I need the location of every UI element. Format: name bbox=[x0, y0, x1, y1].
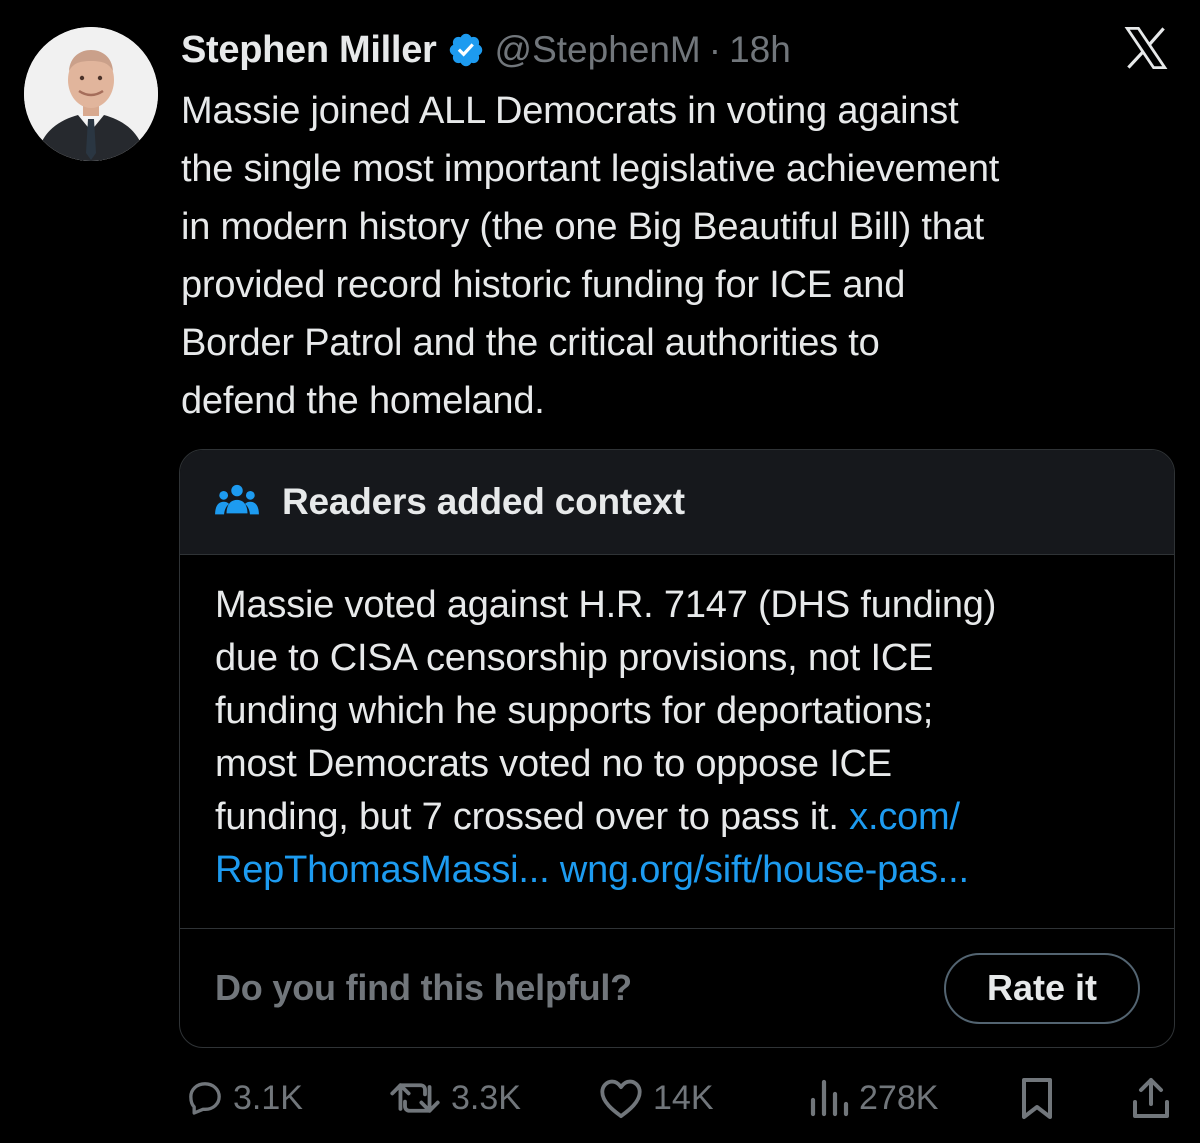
views-button[interactable]: 278K bbox=[807, 1068, 938, 1128]
tweet-line: provided record historic funding for ICE… bbox=[181, 264, 906, 306]
repost-icon bbox=[390, 1083, 440, 1113]
note-line: most Democrats voted no to oppose ICE bbox=[215, 743, 892, 785]
tweet-line: defend the homeland. bbox=[181, 380, 545, 422]
author-handle[interactable]: @StephenM bbox=[495, 29, 701, 71]
tweet-text: Massie joined ALL Democrats in voting ag… bbox=[181, 82, 1186, 430]
note-line: funding, but 7 crossed over to pass it. … bbox=[215, 791, 1140, 844]
community-note: Readers added context Massie voted again… bbox=[179, 449, 1175, 1048]
reply-count: 3.1K bbox=[233, 1078, 303, 1117]
reply-button[interactable]: 3.1K bbox=[185, 1068, 303, 1128]
tweet-line: Border Patrol and the critical authoriti… bbox=[181, 322, 880, 364]
post-time[interactable]: 18h bbox=[729, 29, 791, 71]
share-button[interactable] bbox=[1131, 1068, 1171, 1128]
note-line: due to CISA censorship provisions, not I… bbox=[215, 637, 934, 679]
note-line-text: funding, but 7 crossed over to pass it. bbox=[215, 796, 839, 838]
community-note-body: Massie voted against H.R. 7147 (DHS fund… bbox=[180, 555, 1174, 929]
tweet-line: in modern history (the one Big Beautiful… bbox=[181, 206, 984, 248]
avatar-photo bbox=[24, 27, 158, 161]
repost-button[interactable]: 3.3K bbox=[387, 1068, 521, 1128]
people-icon bbox=[215, 484, 259, 515]
tweet-line: Massie joined ALL Democrats in voting ag… bbox=[181, 90, 959, 132]
like-count: 14K bbox=[653, 1078, 714, 1117]
note-line: RepThomasMassi... wng.org/sift/house-pas… bbox=[215, 844, 1140, 897]
source-link-1[interactable]: x.com/ bbox=[849, 796, 960, 838]
share-icon bbox=[1133, 1078, 1169, 1118]
separator-dot: · bbox=[708, 29, 722, 70]
bookmark-icon bbox=[1022, 1078, 1052, 1119]
tweet-page: Stephen Miller @StephenM · 18h Massie jo… bbox=[0, 0, 1200, 1143]
action-bar: 3.1K 3.3K 14K 278K bbox=[181, 1068, 1181, 1128]
helpful-question: Do you find this helpful? bbox=[215, 967, 632, 1008]
note-line: funding which he supports for deportatio… bbox=[215, 690, 934, 732]
community-note-footer: Do you find this helpful? Rate it bbox=[180, 929, 1174, 1047]
tweet-line: the single most important legislative ac… bbox=[181, 148, 1000, 190]
source-link-1-continued[interactable]: RepThomasMassi... bbox=[215, 849, 550, 891]
note-line: Massie voted against H.R. 7147 (DHS fund… bbox=[215, 584, 997, 626]
reply-icon bbox=[189, 1082, 221, 1115]
author-name[interactable]: Stephen Miller bbox=[181, 29, 437, 72]
avatar[interactable] bbox=[24, 27, 158, 161]
repost-count: 3.3K bbox=[451, 1078, 521, 1117]
source-link-2[interactable]: wng.org/sift/house-pas... bbox=[560, 849, 969, 891]
tweet-header: Stephen Miller @StephenM · 18h bbox=[181, 24, 791, 76]
community-note-title: Readers added context bbox=[282, 481, 685, 522]
like-button[interactable]: 14K bbox=[597, 1068, 714, 1128]
heart-icon bbox=[600, 1079, 642, 1119]
verified-badge-icon bbox=[449, 33, 482, 67]
rate-it-button[interactable]: Rate it bbox=[944, 952, 1140, 1024]
analytics-icon bbox=[810, 1079, 849, 1117]
community-note-header[interactable]: Readers added context bbox=[180, 450, 1174, 555]
bookmark-button[interactable] bbox=[1017, 1068, 1057, 1128]
views-count: 278K bbox=[859, 1078, 939, 1117]
x-logo-icon[interactable] bbox=[1120, 24, 1172, 72]
